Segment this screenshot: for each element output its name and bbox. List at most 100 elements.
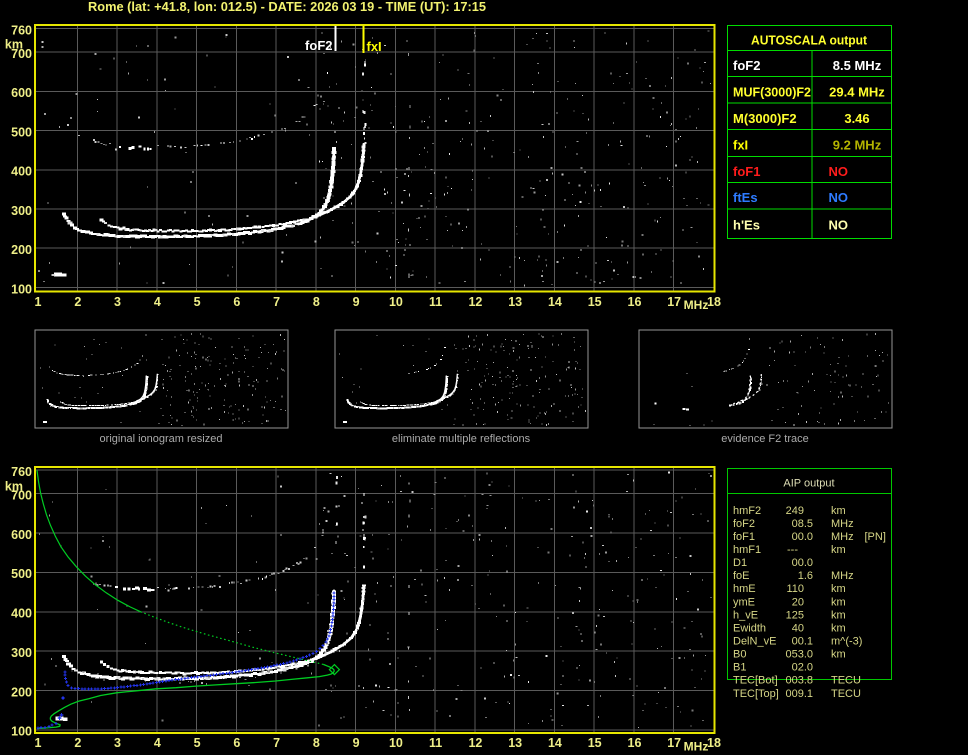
svg-text:11: 11: [429, 736, 442, 750]
svg-text:km: km: [831, 649, 846, 661]
svg-text:AIP output: AIP output: [783, 478, 834, 490]
svg-text:760: 760: [11, 23, 32, 37]
svg-text:km: km: [5, 479, 23, 493]
svg-text:400: 400: [11, 165, 32, 179]
svg-text:15: 15: [588, 736, 602, 750]
svg-text:08.5: 08.5: [792, 518, 813, 530]
svg-text:16: 16: [628, 736, 642, 750]
svg-text:M(3000)F2: M(3000)F2: [733, 111, 797, 126]
svg-text:TECU: TECU: [831, 688, 861, 700]
svg-text:02.0: 02.0: [792, 662, 813, 674]
svg-text:760: 760: [11, 465, 32, 479]
svg-text:foF2: foF2: [305, 38, 332, 53]
svg-text:NO: NO: [829, 164, 849, 179]
svg-text:foF1: foF1: [733, 531, 755, 543]
svg-text:29.4 MHz: 29.4 MHz: [829, 85, 885, 100]
svg-text:8: 8: [313, 295, 320, 309]
svg-text:125: 125: [786, 609, 804, 621]
svg-text:11: 11: [429, 295, 442, 309]
svg-text:AUTOSCALA output: AUTOSCALA output: [751, 33, 868, 48]
svg-text:hmE: hmE: [733, 583, 756, 595]
svg-text:evidence F2 trace: evidence F2 trace: [721, 433, 808, 445]
svg-text:7: 7: [273, 736, 280, 750]
svg-text:MHz: MHz: [831, 518, 854, 530]
svg-text:009.1: 009.1: [785, 688, 813, 700]
svg-text:NO: NO: [829, 218, 849, 233]
svg-text:hmF2: hmF2: [733, 505, 761, 517]
svg-text:13: 13: [508, 736, 522, 750]
svg-text:MHz: MHz: [684, 298, 709, 312]
svg-text:17: 17: [667, 736, 681, 750]
svg-text:200: 200: [11, 685, 32, 699]
svg-text:4: 4: [154, 295, 161, 309]
svg-text:MHz: MHz: [831, 531, 854, 543]
svg-text:h_vE: h_vE: [733, 609, 758, 621]
svg-text:6: 6: [233, 295, 240, 309]
svg-text:Ewidth: Ewidth: [733, 622, 766, 634]
svg-text:100: 100: [11, 725, 32, 739]
svg-text:km: km: [831, 505, 846, 517]
svg-text:MHz: MHz: [684, 740, 709, 754]
svg-text:h'Es: h'Es: [733, 218, 760, 233]
svg-text:foF2: foF2: [733, 58, 760, 73]
svg-text:300: 300: [11, 204, 32, 218]
svg-text:ftEs: ftEs: [733, 190, 758, 205]
svg-text:B0: B0: [733, 649, 746, 661]
svg-text:400: 400: [11, 607, 32, 621]
svg-text:14: 14: [548, 736, 562, 750]
svg-text:3: 3: [114, 736, 121, 750]
svg-text:18: 18: [707, 736, 721, 750]
svg-text:km: km: [831, 583, 846, 595]
svg-text:500: 500: [11, 567, 32, 581]
svg-text:eliminate multiple reflections: eliminate multiple reflections: [392, 433, 531, 445]
svg-text:km: km: [5, 37, 23, 51]
svg-text:9: 9: [353, 736, 360, 750]
svg-text:[PN]: [PN]: [865, 531, 886, 543]
svg-text:4: 4: [154, 736, 161, 750]
svg-text:9.2 MHz: 9.2 MHz: [833, 138, 882, 153]
svg-text:foE: foE: [733, 570, 750, 582]
svg-text:00.0: 00.0: [792, 557, 813, 569]
svg-text:9: 9: [353, 295, 360, 309]
svg-text:15: 15: [588, 295, 602, 309]
svg-text:17: 17: [667, 295, 681, 309]
svg-text:00.0: 00.0: [792, 531, 813, 543]
svg-text:---: ---: [787, 544, 798, 556]
svg-text:3: 3: [114, 295, 121, 309]
svg-text:10: 10: [389, 736, 403, 750]
svg-text:6: 6: [233, 736, 240, 750]
svg-text:fxI: fxI: [367, 39, 382, 54]
svg-text:TEC[Top]: TEC[Top]: [733, 688, 779, 700]
svg-text:fxI: fxI: [733, 138, 748, 153]
svg-text:foF2: foF2: [733, 518, 755, 530]
svg-text:1.6: 1.6: [798, 570, 813, 582]
svg-text:7: 7: [273, 295, 280, 309]
svg-text:600: 600: [11, 528, 32, 542]
svg-text:053.0: 053.0: [785, 649, 813, 661]
svg-text:500: 500: [11, 125, 32, 139]
svg-text:16: 16: [628, 295, 642, 309]
svg-text:ymE: ymE: [733, 596, 755, 608]
svg-text:110: 110: [786, 583, 804, 595]
svg-text:249: 249: [786, 505, 804, 517]
svg-text:NO: NO: [829, 190, 849, 205]
svg-text:B1: B1: [733, 662, 746, 674]
svg-text:3.46: 3.46: [844, 111, 869, 126]
svg-text:hmF1: hmF1: [733, 544, 761, 556]
svg-text:TEC[Bot]: TEC[Bot]: [733, 675, 778, 687]
svg-text:20: 20: [792, 596, 804, 608]
svg-text:18: 18: [707, 295, 721, 309]
svg-text:8.5 MHz: 8.5 MHz: [833, 58, 882, 73]
svg-text:2: 2: [74, 295, 81, 309]
svg-text:km: km: [831, 596, 846, 608]
svg-text:original ionogram resized: original ionogram resized: [100, 433, 223, 445]
svg-text:300: 300: [11, 646, 32, 660]
svg-text:D1: D1: [733, 557, 747, 569]
svg-text:100: 100: [11, 282, 32, 296]
svg-text:foF1: foF1: [733, 164, 760, 179]
svg-text:1: 1: [35, 736, 42, 750]
svg-text:10: 10: [389, 295, 403, 309]
svg-text:003.8: 003.8: [785, 675, 813, 687]
svg-text:8: 8: [313, 736, 320, 750]
svg-text:600: 600: [11, 86, 32, 100]
